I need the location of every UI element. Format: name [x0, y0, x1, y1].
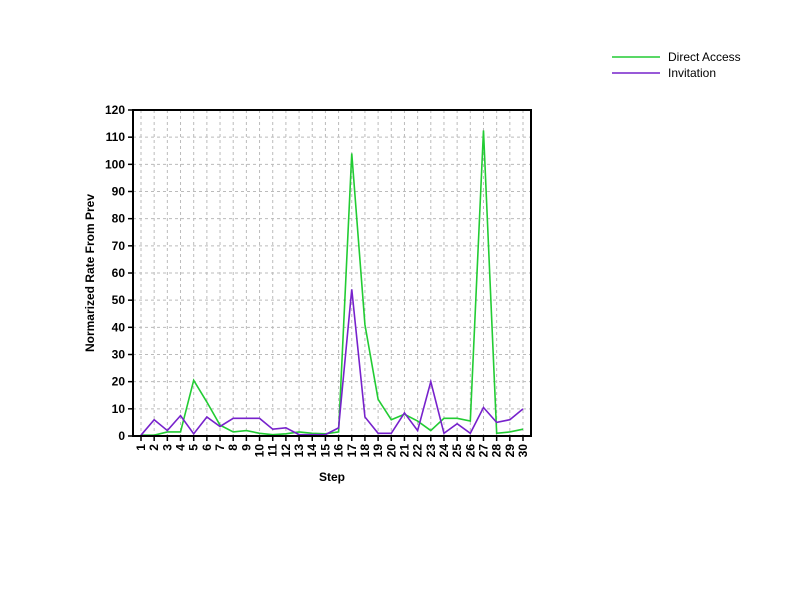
y-tick-label: 100: [105, 157, 125, 171]
legend-label: Direct Access: [668, 50, 741, 64]
x-tick-label: 26: [463, 444, 477, 458]
y-tick-label: 20: [112, 375, 126, 389]
x-axis-ticks: 1 2 3 4 5 6 7 8 9 10 11 12 13 14 15 16 17 18 19 20 21 22 23 24 2…: [134, 436, 530, 457]
x-tick-label: 19: [371, 444, 385, 458]
legend-label: Invitation: [668, 66, 716, 80]
y-axis-ticks: 0 10 20 30 40 50 60 70 80 90 100 110 120: [105, 103, 133, 443]
x-tick-label: 11: [266, 444, 280, 457]
x-tick-label: 24: [437, 444, 451, 458]
x-tick-label: 5: [187, 444, 201, 451]
y-tick-label: 120: [105, 103, 125, 117]
x-axis-title: Step: [319, 470, 345, 484]
x-tick-label: 3: [160, 444, 174, 451]
x-tick-label: 13: [292, 444, 306, 458]
x-tick-label: 23: [424, 444, 438, 458]
x-tick-label: 15: [318, 444, 332, 458]
x-tick-label: 2: [147, 444, 161, 451]
y-tick-label: 80: [112, 212, 126, 226]
y-tick-label: 0: [118, 429, 125, 443]
x-tick-label: 28: [490, 444, 504, 458]
x-tick-label: 1: [134, 444, 148, 451]
y-tick-label: 10: [112, 402, 126, 416]
x-tick-label: 30: [516, 444, 530, 458]
y-tick-label: 50: [112, 293, 126, 307]
y-tick-label: 40: [112, 320, 126, 334]
legend: Direct Access Invitation: [612, 50, 741, 80]
x-tick-label: 8: [226, 444, 240, 451]
y-tick-label: 70: [112, 239, 126, 253]
y-tick-label: 90: [112, 185, 126, 199]
x-tick-label: 7: [213, 444, 227, 451]
y-tick-label: 30: [112, 348, 126, 362]
x-tick-label: 27: [476, 444, 490, 458]
x-tick-label: 25: [450, 444, 464, 458]
x-tick-label: 14: [305, 444, 319, 458]
x-tick-label: 20: [384, 444, 398, 458]
line-chart: 0102030405060708090100110120 1 2 3 4 5 6 7 8 9 10…: [83, 50, 741, 484]
x-tick-label: 17: [345, 444, 359, 458]
y-tick-label: 110: [106, 130, 126, 144]
x-tick-label: 29: [503, 444, 517, 458]
x-tick-label: 18: [358, 444, 372, 458]
series-layer: [140, 130, 524, 436]
x-tick-label: 6: [200, 444, 214, 451]
x-tick-label: 10: [253, 444, 267, 458]
x-tick-label: 21: [397, 444, 411, 458]
series-line-direct-access: [141, 130, 524, 436]
x-tick-label: 22: [411, 444, 425, 458]
x-tick-label: 4: [174, 444, 188, 451]
x-tick-label: 12: [279, 444, 293, 458]
series-line-invitation: [140, 289, 524, 436]
y-axis-title: Normarized Rate From Prev: [83, 194, 97, 352]
x-tick-label: 16: [332, 444, 346, 458]
y-tick-label: 60: [112, 266, 126, 280]
x-tick-label: 9: [239, 444, 253, 451]
